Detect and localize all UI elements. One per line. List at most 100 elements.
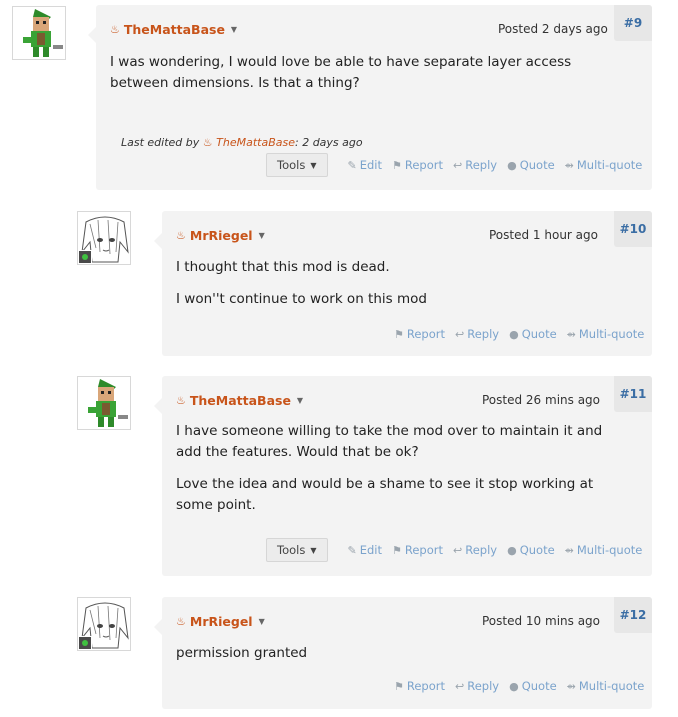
- avatar[interactable]: [77, 376, 131, 430]
- speech-bubble-icon: ●: [509, 679, 519, 693]
- post-actions: Tools ▼ ✎ Edit ⚑ Report ↩ Reply ● Quote ⇴ Mult…: [266, 153, 642, 177]
- report-label: Report: [406, 679, 445, 693]
- reply-button[interactable]: ↩ Reply: [455, 679, 499, 693]
- post-10: ♨ MrRiegel ▼ Posted 1 hour ago #10 I tho…: [154, 211, 652, 356]
- quote-button[interactable]: ● Quote: [507, 543, 555, 557]
- report-button[interactable]: ⚑ Report: [394, 679, 445, 693]
- chevron-down-icon: ▼: [310, 545, 317, 555]
- flag-icon: ⚑: [394, 679, 404, 693]
- multiquote-button[interactable]: ⇴ Multi-quote: [567, 679, 645, 693]
- chevron-down-icon[interactable]: ▼: [297, 396, 303, 405]
- report-button[interactable]: ⚑ Report: [392, 158, 443, 172]
- multiquote-label: Multi-quote: [576, 158, 643, 172]
- posted-time: Posted 26 mins ago: [482, 393, 601, 407]
- edit-note-author[interactable]: TheMattaBase: [216, 136, 295, 149]
- avatar[interactable]: [12, 6, 66, 60]
- post-body: I was wondering, I would love be able to…: [110, 52, 630, 105]
- post-paragraph: Love the idea and would be a shame to se…: [176, 476, 594, 513]
- author-name[interactable]: TheMattaBase: [190, 393, 291, 408]
- online-status-indicator: [78, 250, 92, 264]
- post-number-link[interactable]: #10: [614, 211, 652, 247]
- post-actions: ⚑ Report ↩ Reply ● Quote ⇴ Multi-quote: [384, 327, 644, 341]
- chevron-down-icon[interactable]: ▼: [259, 617, 265, 626]
- flag-icon: ⚑: [392, 543, 402, 557]
- edit-button[interactable]: ✎ Edit: [348, 543, 383, 557]
- reply-label: Reply: [467, 679, 500, 693]
- quote-button[interactable]: ● Quote: [507, 158, 555, 172]
- multiquote-icon: ⇴: [566, 327, 576, 341]
- tools-label: Tools: [277, 158, 306, 172]
- post-actions: ⚑ Report ↩ Reply ● Quote ⇴ Multi-quote: [384, 679, 644, 693]
- speech-bubble-icon: ●: [507, 158, 517, 172]
- speech-bubble-icon: ●: [507, 543, 517, 557]
- author-name[interactable]: TheMattaBase: [124, 22, 225, 37]
- author-name[interactable]: MrRiegel: [190, 614, 253, 629]
- reply-label: Reply: [465, 158, 498, 172]
- edit-note-time: : 2 days ago: [295, 136, 363, 149]
- author-name[interactable]: MrRiegel: [190, 228, 253, 243]
- edit-button[interactable]: ✎ Edit: [348, 158, 383, 172]
- post-body: I thought that this mod is dead. I won''…: [176, 257, 636, 321]
- quote-button[interactable]: ● Quote: [509, 327, 557, 341]
- post-author[interactable]: ♨ MrRiegel ▼: [176, 614, 265, 629]
- multiquote-label: Multi-quote: [578, 327, 645, 341]
- avatar[interactable]: [77, 597, 131, 651]
- quote-label: Quote: [521, 679, 557, 693]
- flame-icon: ♨: [176, 615, 186, 628]
- post-paragraph: permission granted: [176, 645, 308, 661]
- report-label: Report: [404, 158, 443, 172]
- post-paragraph: I won''t continue to work on this mod: [176, 291, 427, 307]
- posted-time: Posted 10 mins ago: [482, 614, 601, 628]
- speech-bubble-icon: ●: [509, 327, 519, 341]
- report-button[interactable]: ⚑ Report: [394, 327, 445, 341]
- reply-button[interactable]: ↩ Reply: [453, 543, 497, 557]
- online-status-indicator: [78, 636, 92, 650]
- report-button[interactable]: ⚑ Report: [392, 543, 443, 557]
- reply-button[interactable]: ↩ Reply: [455, 327, 499, 341]
- posted-time: Posted 1 hour ago: [489, 228, 598, 242]
- edit-label: Edit: [359, 158, 382, 172]
- minecraft-elf-avatar-icon: [13, 7, 65, 59]
- report-label: Report: [404, 543, 443, 557]
- tools-button[interactable]: Tools ▼: [266, 153, 328, 177]
- chevron-down-icon: ▼: [310, 160, 317, 170]
- reply-button[interactable]: ↩ Reply: [453, 158, 497, 172]
- flag-icon: ⚑: [392, 158, 402, 172]
- post-author[interactable]: ♨ MrRiegel ▼: [176, 228, 265, 243]
- multiquote-label: Multi-quote: [578, 679, 645, 693]
- post-number-link[interactable]: #12: [614, 597, 652, 633]
- edit-label: Edit: [359, 543, 382, 557]
- reply-icon: ↩: [453, 158, 463, 172]
- post-12: ♨ MrRiegel ▼ Posted 10 mins ago #12 perm…: [154, 597, 652, 709]
- multiquote-button[interactable]: ⇴ Multi-quote: [567, 327, 645, 341]
- reply-icon: ↩: [455, 327, 465, 341]
- flame-icon: ♨: [110, 23, 120, 36]
- posted-time: Posted 2 days ago: [498, 22, 608, 36]
- post-number-link[interactable]: #9: [614, 5, 652, 41]
- multiquote-icon: ⇴: [564, 543, 574, 557]
- tools-label: Tools: [277, 543, 306, 557]
- reply-label: Reply: [465, 543, 498, 557]
- avatar[interactable]: [77, 211, 131, 265]
- chevron-down-icon[interactable]: ▼: [259, 231, 265, 240]
- multiquote-button[interactable]: ⇴ Multi-quote: [565, 158, 643, 172]
- quote-label: Quote: [519, 158, 555, 172]
- post-actions: Tools ▼ ✎ Edit ⚑ Report ↩ Reply ● Quote ⇴ Mult…: [266, 538, 642, 562]
- quote-label: Quote: [521, 327, 557, 341]
- post-paragraph: I have someone willing to take the mod o…: [176, 423, 603, 460]
- flame-icon: ♨: [176, 229, 186, 242]
- post-paragraph: I thought that this mod is dead.: [176, 259, 390, 275]
- tools-button[interactable]: Tools ▼: [266, 538, 328, 562]
- edit-note: Last edited by ♨ TheMattaBase: 2 days ag…: [121, 136, 363, 149]
- reply-label: Reply: [467, 327, 500, 341]
- quote-button[interactable]: ● Quote: [509, 679, 557, 693]
- post-paragraph: I was wondering, I would love be able to…: [110, 54, 572, 91]
- reply-icon: ↩: [455, 679, 465, 693]
- post-author[interactable]: ♨ TheMattaBase ▼: [176, 393, 303, 408]
- chevron-down-icon[interactable]: ▼: [231, 25, 237, 34]
- post-11: ♨ TheMattaBase ▼ Posted 26 mins ago #11 …: [154, 376, 652, 576]
- post-author[interactable]: ♨ TheMattaBase ▼: [110, 22, 237, 37]
- flame-icon: ♨: [202, 136, 213, 149]
- post-number-link[interactable]: #11: [614, 376, 652, 412]
- multiquote-button[interactable]: ⇴ Multi-quote: [565, 543, 643, 557]
